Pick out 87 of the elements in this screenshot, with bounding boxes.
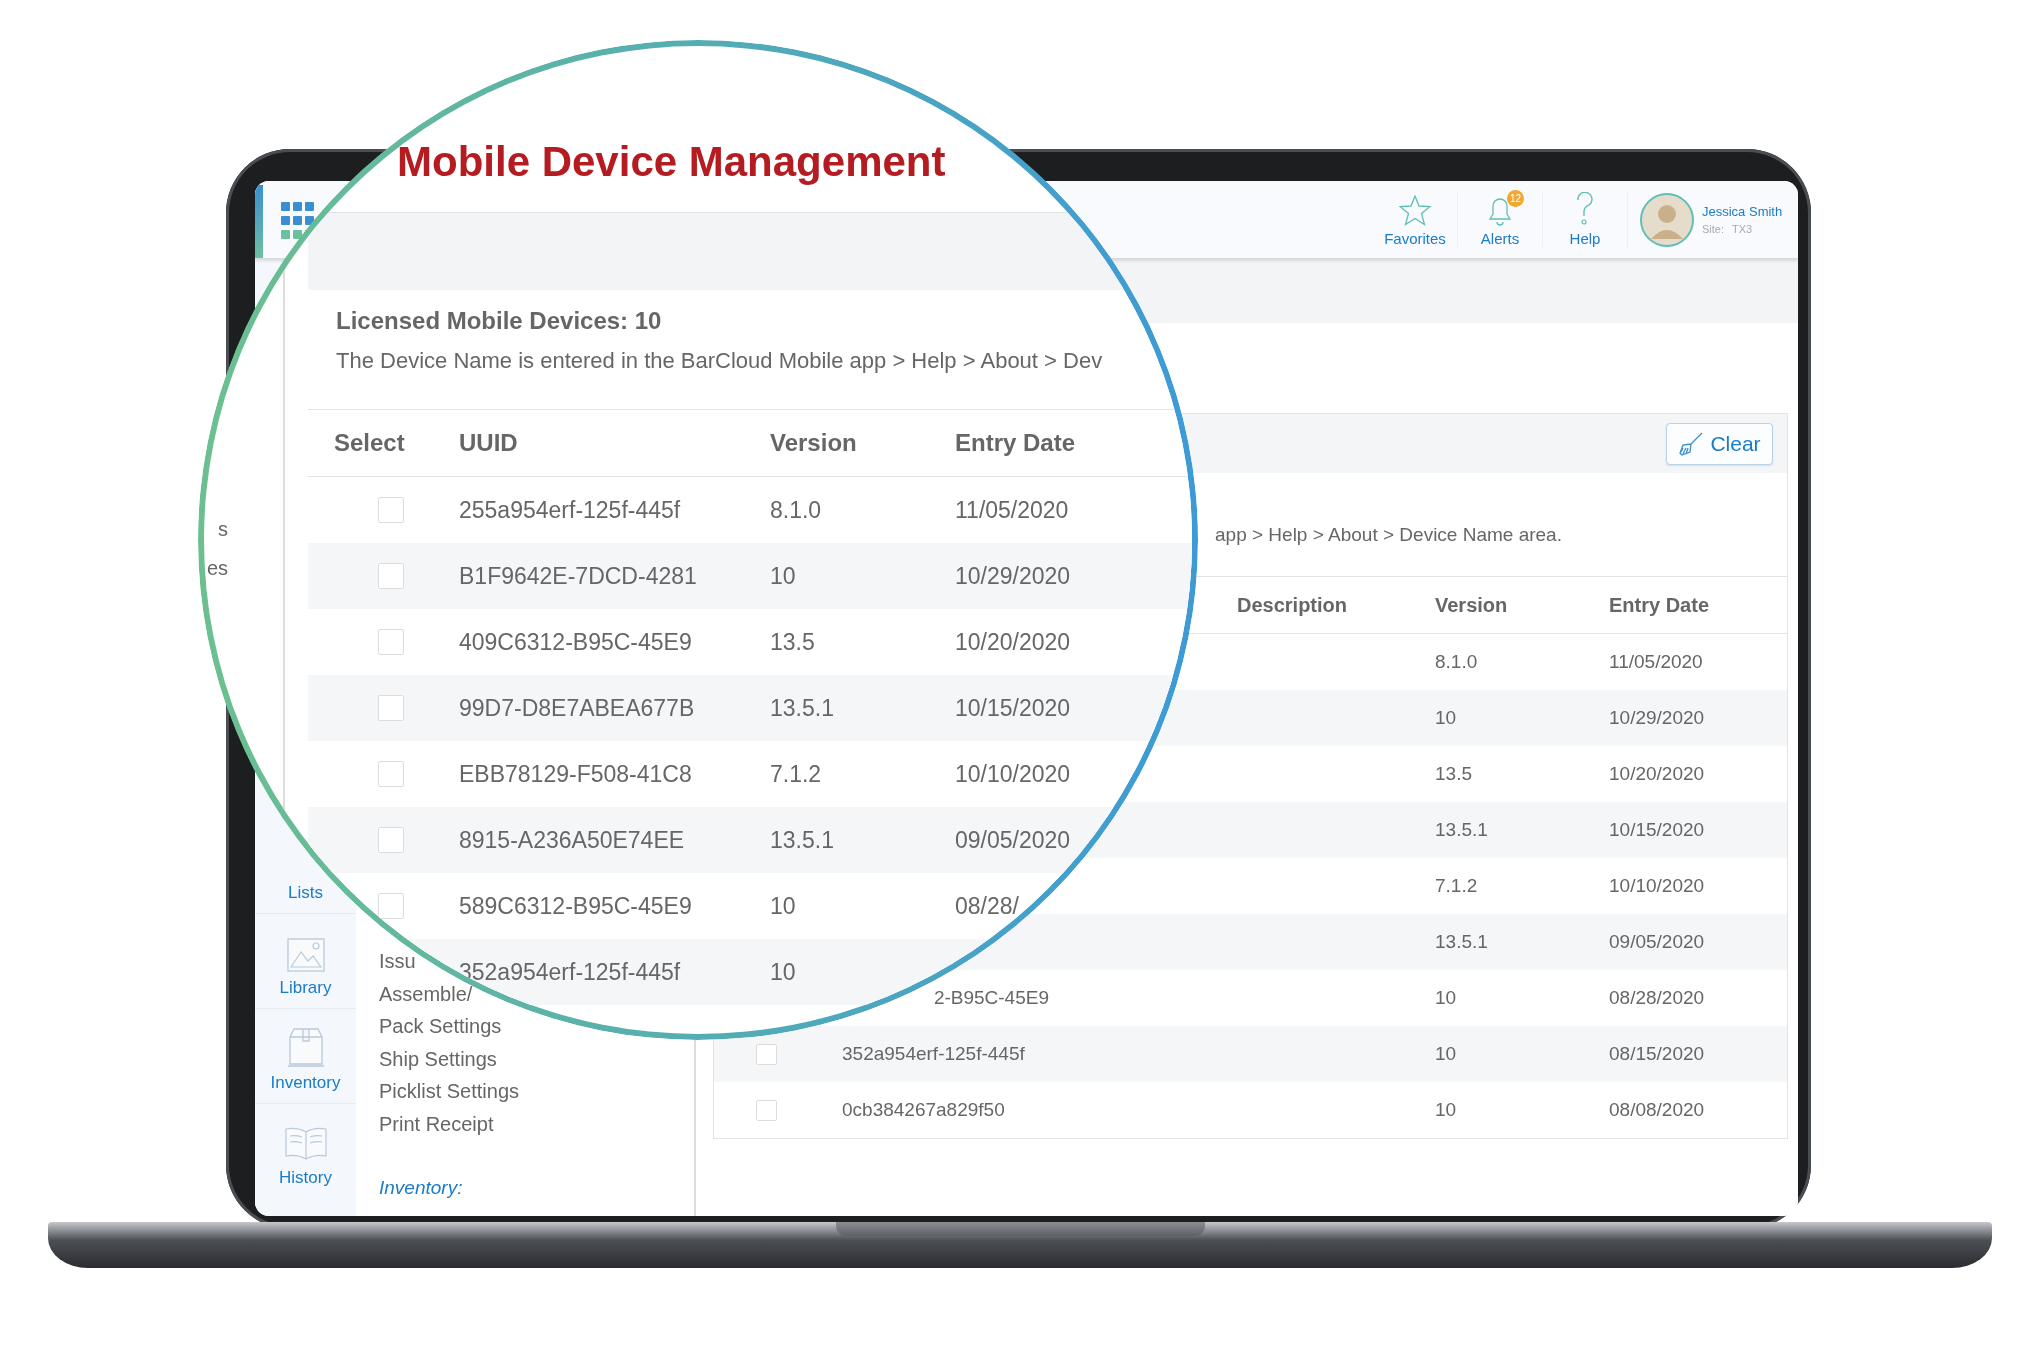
table-cell: 409C6312-B95C-45E9 [459, 628, 692, 655]
table-cell-text: 11/05/2020 [1609, 651, 1704, 673]
table-cell: 11/05/2020 [955, 496, 1069, 523]
table-cell: 7.1.2 [770, 760, 822, 787]
table-cell: 10/20/2020 [955, 628, 1071, 655]
note-text: app > Help > About > Device Name area. [1215, 524, 1562, 545]
menu-item[interactable]: Ship Settings [379, 1042, 497, 1075]
table-cell-text: 8.1.0 [1435, 651, 1479, 673]
licensed-count: Licensed Mobile Devices: 10 [336, 306, 662, 336]
menu-item[interactable]: es [206, 549, 228, 588]
table-cell-text: 08/28/2020 [1609, 987, 1706, 1009]
page-title: Mobile Device Management [397, 138, 946, 185]
table-cell: 589C6312-B95C-45E9 [459, 892, 692, 919]
table-cell: 2-B95C-45E9 [933, 987, 1049, 1008]
table-cell-text: 10/15/2020 [1609, 819, 1706, 841]
table-cell-text: 10 [1435, 1043, 1458, 1065]
row-checkbox[interactable] [378, 893, 404, 919]
column-header: Description [1237, 593, 1349, 617]
book-icon [282, 1126, 329, 1162]
row-checkbox[interactable] [378, 695, 404, 721]
table-cell-text: 08/08/2020 [1609, 1099, 1706, 1121]
row-checkbox[interactable] [378, 563, 404, 589]
menu-item[interactable]: s [218, 510, 228, 549]
row-checkbox[interactable] [756, 1099, 777, 1121]
menu-item[interactable]: Print Receipt [379, 1107, 494, 1140]
note-text: The Device Name is entered in the BarCloud Mobile app > Help > About > Dev [336, 347, 1103, 375]
table-cell-text: 7.1.2 [1435, 875, 1479, 897]
table-cell-text: 08/15/2020 [1609, 1043, 1706, 1065]
table-cell: 255a954erf-125f-445f [459, 496, 681, 523]
table-cell: 8915-A236A50E74EE [459, 826, 685, 853]
column-header: UUID [459, 429, 519, 457]
column-header: Select [333, 429, 406, 457]
sidebar-item[interactable]: History [279, 1168, 332, 1188]
table-cell-text: 13.5.1 [1435, 819, 1489, 841]
table-cell-text: 13.5.1 [1435, 931, 1489, 953]
column-header: Version [1435, 593, 1509, 617]
notification-badge: 12 [1507, 190, 1524, 207]
table-cell: 08/28/ [955, 892, 1019, 919]
table-cell: 13.5.1 [770, 826, 834, 853]
table-cell-text: 09/05/2020 [1609, 931, 1706, 953]
section-heading: Inventory: [379, 1176, 463, 1200]
table-cell: 13.5 [770, 628, 815, 655]
table-cell-text: 10 [1435, 987, 1458, 1009]
table-cell: 09/05/2020 [955, 826, 1071, 853]
table-cell: 10/15/2020 [955, 694, 1071, 721]
table-cell: 10 [770, 892, 796, 919]
row-checkbox[interactable] [756, 1043, 777, 1065]
table-cell: 0cb384267a829f50 [842, 1099, 1005, 1120]
table-cell-text: 10 [1435, 707, 1458, 729]
picture-icon [286, 938, 325, 972]
avatar[interactable] [1640, 192, 1694, 247]
row-checkbox[interactable] [378, 497, 404, 523]
header-link[interactable]: 12 Alerts [1458, 192, 1543, 247]
row-checkbox[interactable] [378, 827, 404, 853]
table-cell-text: 10/29/2020 [1609, 707, 1706, 729]
table-cell: 10/10/2020 [955, 760, 1071, 787]
star-icon [1399, 195, 1431, 226]
header-link[interactable]: Help [1543, 192, 1628, 247]
column-header: Version [770, 429, 858, 457]
table-cell-text: 10/20/2020 [1609, 763, 1706, 785]
table-cell: B1F9642E-7DCD-4281 [459, 562, 697, 589]
sidebar-item[interactable]: Inventory [270, 1073, 341, 1093]
table-cell: 13.5.1 [770, 694, 834, 721]
table-cell: 10/29/2020 [955, 562, 1071, 589]
table-cell: 99D7-D8E7ABEA677B [459, 694, 695, 721]
site-label: Site: [1702, 223, 1724, 235]
sidebar-item[interactable]: Library [279, 978, 332, 998]
table-cell: EBB78129-F508-41C8 [459, 760, 692, 787]
clear-button[interactable]: Clear [1666, 422, 1773, 465]
column-header: Entry Date [955, 429, 1077, 457]
question-mark-icon [1576, 192, 1594, 226]
column-header: Entry Date [1609, 593, 1711, 617]
table-cell: 352a954erf-125f-445f [842, 1043, 1025, 1064]
menu-item[interactable]: Picklist Settings [379, 1075, 520, 1108]
table-cell-text: 10/10/2020 [1609, 875, 1706, 897]
row-checkbox[interactable] [378, 629, 404, 655]
table-cell-text: 10 [1435, 1099, 1458, 1121]
table-cell: 8.1.0 [770, 496, 822, 523]
row-checkbox[interactable] [378, 761, 404, 787]
table-cell-text: 13.5 [1435, 763, 1473, 785]
user-name[interactable]: Jessica Smith [1702, 204, 1783, 219]
table-cell: 352a954erf-125f-445f [459, 958, 681, 985]
header-link[interactable]: Favorites [1373, 192, 1458, 247]
broom-icon [1678, 430, 1705, 457]
table-cell: 10 [770, 562, 796, 589]
table-cell: 10 [770, 958, 796, 985]
site-value: TX3 [1732, 223, 1753, 235]
